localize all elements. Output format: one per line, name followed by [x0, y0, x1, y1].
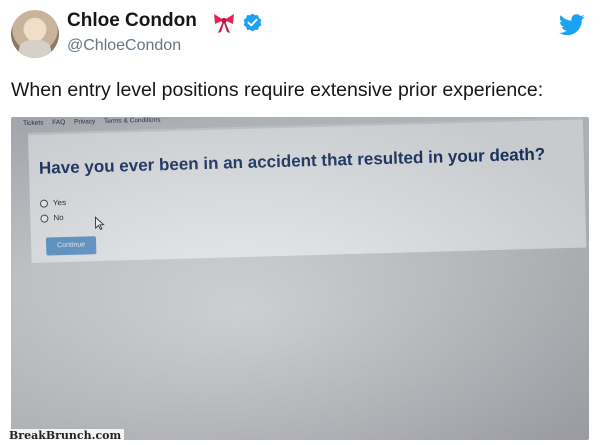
radio-icon: [39, 199, 49, 208]
nav-link-privacy: Privacy: [73, 118, 96, 126]
twitter-bird-icon[interactable]: [559, 14, 585, 36]
handle[interactable]: @ChloeCondon: [67, 37, 181, 55]
nav-link-terms: Terms & Conditions: [103, 117, 161, 126]
tweet-photo[interactable]: Tickets FAQ Privacy Terms & Conditions H…: [11, 117, 589, 440]
continue-button: Continue: [45, 236, 97, 256]
tweet-header: Chloe Condon @ChloeCondon: [0, 0, 600, 70]
avatar-body: [19, 40, 51, 58]
verified-badge-icon: [243, 13, 262, 32]
radio-icon: [40, 214, 49, 223]
form-card: Have you ever been in an accident that r…: [28, 117, 587, 263]
display-name[interactable]: Chloe Condon: [67, 10, 197, 32]
screen-nav: Tickets FAQ Privacy Terms & Conditions: [23, 117, 168, 127]
ribbon-bow-icon: [214, 14, 234, 33]
question-text: Have you ever been in an accident that r…: [38, 144, 546, 178]
option-yes: Yes: [39, 197, 67, 208]
option-no: No: [40, 213, 64, 223]
avatar-face: [25, 20, 45, 42]
mouse-cursor-icon: [94, 216, 105, 231]
option-label: No: [53, 213, 64, 223]
nav-link-tickets: Tickets: [23, 119, 44, 127]
watermark: BreakBrunch.com: [6, 429, 125, 443]
tweet-text: When entry level positions require exten…: [11, 79, 544, 101]
avatar[interactable]: [11, 10, 59, 58]
nav-link-faq: FAQ: [52, 118, 66, 127]
option-label: Yes: [52, 197, 67, 208]
